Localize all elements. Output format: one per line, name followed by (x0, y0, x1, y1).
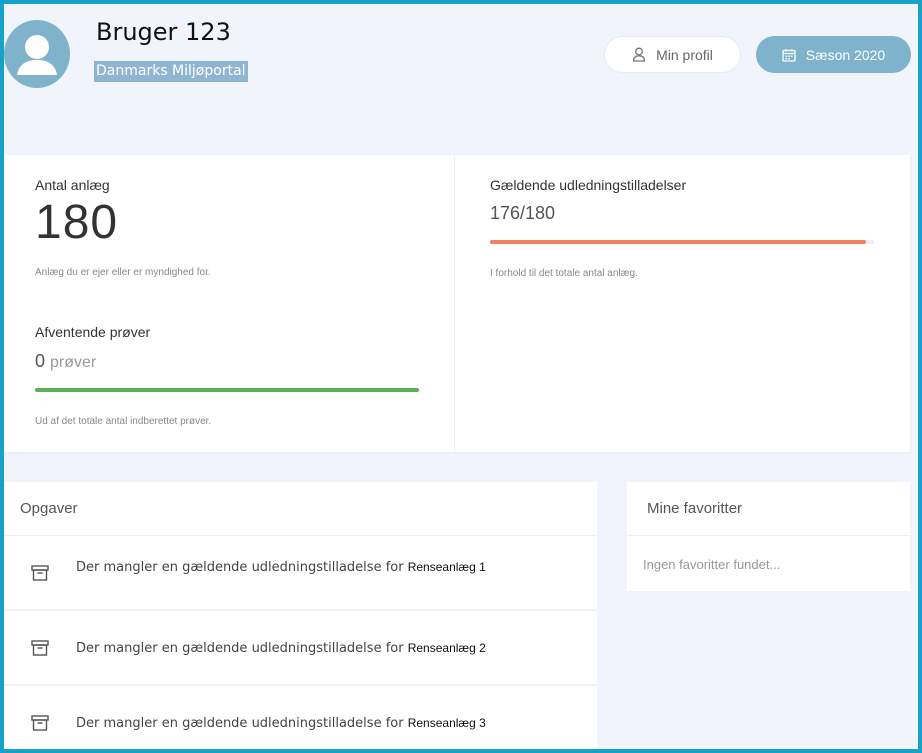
task-message: Der mangler en gældende udledningstillad… (76, 641, 404, 656)
favorites-title: Mine favoritter (627, 482, 910, 536)
pending-samples-unit: prøver (50, 354, 97, 371)
season-button[interactable]: Sæson 2020 (756, 36, 911, 73)
task-text: Der mangler en gældende udledningstillad… (76, 716, 486, 731)
my-profile-button[interactable]: Min profil (604, 36, 741, 73)
permits-progress-fill (490, 240, 866, 244)
stats-card: Antal anlæg 180 Anlæg du er ejer eller e… (4, 155, 910, 452)
pending-samples-note: Ud af det totale antal indberettet prøve… (35, 416, 212, 427)
user-avatar-icon (17, 35, 57, 75)
task-plant-name[interactable]: Renseanlæg 2 (408, 641, 486, 655)
archive-box-icon (31, 565, 49, 581)
task-item[interactable]: Der mangler en gældende udledningstillad… (4, 536, 597, 611)
task-message: Der mangler en gældende udledningstillad… (76, 716, 404, 731)
user-name: Bruger 123 (96, 18, 231, 46)
archive-box-icon (31, 715, 49, 731)
task-plant-name[interactable]: Renseanlæg 3 (408, 716, 486, 730)
permits-note: I forhold til det totale antal anlæg. (490, 268, 638, 279)
pending-samples-label: Afventende prøver (35, 324, 151, 340)
permits-progress (490, 240, 874, 244)
user-organization: Danmarks Miljøportal (94, 61, 248, 82)
task-plant-name[interactable]: Renseanlæg 1 (408, 560, 486, 574)
user-icon (632, 47, 646, 62)
season-label: Sæson 2020 (805, 46, 886, 63)
tasks-title: Opgaver (4, 482, 597, 536)
task-text: Der mangler en gældende udledningstillad… (76, 641, 486, 656)
pending-samples-number: 0 (35, 351, 46, 371)
pending-samples-value: 0 prøver (35, 351, 96, 372)
plants-count-label: Antal anlæg (35, 177, 110, 193)
calendar-icon (782, 48, 796, 62)
avatar[interactable] (4, 20, 70, 88)
my-profile-label: Min profil (656, 46, 713, 63)
task-item[interactable]: Der mangler en gældende udledningstillad… (4, 686, 597, 753)
tasks-card: Opgaver Der mangler en gældende udlednin… (4, 482, 597, 753)
plants-count-note: Anlæg du er ejer eller er myndighed for. (35, 267, 211, 278)
pending-samples-progress (35, 388, 419, 392)
archive-box-icon (31, 640, 49, 656)
task-item[interactable]: Der mangler en gældende udledningstillad… (4, 611, 597, 686)
pending-samples-progress-fill (35, 388, 419, 392)
stats-divider (454, 155, 455, 452)
favorites-card: Mine favoritter Ingen favoritter fundet.… (627, 482, 910, 591)
permits-label: Gældende udledningstilladelser (490, 177, 687, 193)
favorites-empty-text: Ingen favoritter fundet... (643, 557, 781, 572)
task-text: Der mangler en gældende udledningstillad… (76, 560, 486, 575)
plants-count-value: 180 (35, 196, 119, 249)
task-message: Der mangler en gældende udledningstillad… (76, 560, 404, 575)
permits-value: 176/180 (490, 203, 556, 223)
